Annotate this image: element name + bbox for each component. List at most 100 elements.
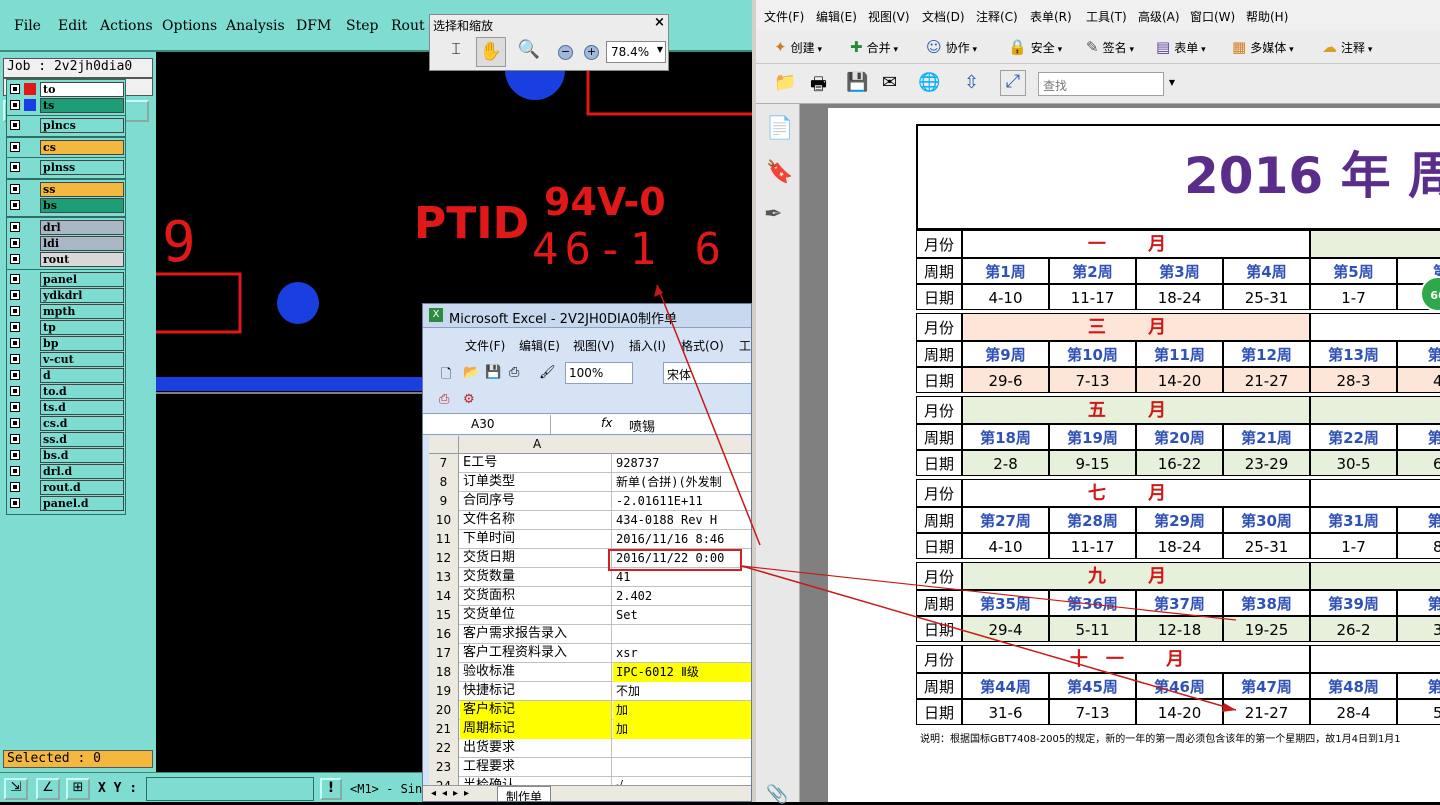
cell-value[interactable]: 新单(合拼)(外发制 — [613, 473, 751, 492]
layer-checkbox[interactable] — [10, 450, 20, 460]
save-icon[interactable]: 💾 — [485, 365, 501, 380]
layer-checkbox[interactable] — [10, 222, 20, 232]
row-number[interactable]: 14 — [429, 587, 459, 606]
acrobat-toolbar-button[interactable]: ✦ 创建 ▾ — [774, 38, 822, 56]
row-number[interactable]: 8 — [429, 473, 459, 492]
layer-checkbox[interactable] — [10, 338, 20, 348]
layer-name[interactable]: ss.d — [40, 432, 124, 447]
layer-name[interactable]: ldi — [40, 236, 124, 251]
open-icon[interactable]: 📂 — [463, 365, 479, 380]
layer-checkbox[interactable] — [10, 386, 20, 396]
acrobat-toolbar-button[interactable]: ✎ 签名 ▾ — [1086, 38, 1134, 56]
acrobat-menu-item[interactable]: 文件(F) — [764, 8, 804, 25]
sheet-tab-active[interactable]: 制作单 — [497, 786, 552, 801]
cell-value[interactable]: IPC-6012 Ⅱ级 — [613, 663, 751, 682]
acrobat-menu-item[interactable]: 注释(C) — [976, 8, 1018, 25]
cell-label[interactable]: 订单类型 — [460, 473, 612, 492]
layer-item[interactable]: mpth — [8, 304, 124, 319]
layer-checkbox[interactable] — [10, 274, 20, 284]
acrobat-menu-item[interactable]: 表单(R) — [1030, 8, 1072, 25]
acrobat-menu-item[interactable]: 文档(D) — [922, 8, 965, 25]
cell-value[interactable] — [613, 758, 751, 777]
row-number[interactable]: 13 — [429, 568, 459, 587]
layer-name[interactable]: tp — [40, 320, 124, 335]
layer-checkbox[interactable] — [10, 120, 20, 130]
menu-dfm[interactable]: DFM — [296, 18, 331, 34]
resize-icon[interactable]: ⇲ — [4, 778, 28, 800]
layer-name[interactable]: bs.d — [40, 448, 124, 463]
row-number[interactable]: 12 — [429, 549, 459, 568]
acrobat-toolbar-button[interactable]: ☁ 注释 ▾ — [1322, 38, 1372, 56]
zoom-level-field[interactable]: 78.4% ▼ — [606, 41, 666, 63]
acrobat-menu-item[interactable]: 视图(V) — [868, 8, 910, 25]
acrobat-toolbar-button[interactable]: 🔒 安全 ▾ — [1008, 38, 1062, 56]
cell-label[interactable]: 客户工程资料录入 — [460, 644, 612, 663]
cell-label[interactable]: 客户需求报告录入 — [460, 625, 612, 644]
layer-checkbox[interactable] — [10, 238, 20, 248]
excel-menu-format[interactable]: 格式(O) — [681, 337, 724, 354]
hand-tool-icon[interactable]: ✋ — [476, 37, 506, 67]
layer-name[interactable]: cs — [40, 140, 124, 155]
cell-label[interactable]: 快捷标记 — [460, 682, 612, 701]
save-disabled-icon[interactable]: 💾 — [846, 72, 868, 93]
layer-item[interactable]: plnss — [8, 160, 124, 175]
search-input[interactable]: 查找 ▼ — [1038, 72, 1175, 96]
cell-label[interactable]: 出货要求 — [460, 739, 612, 758]
layer-name[interactable]: panel — [40, 272, 124, 287]
layer-item[interactable]: bs — [8, 198, 124, 213]
corner-cell[interactable] — [429, 436, 459, 454]
pdf-icon[interactable]: ⎙ — [509, 365, 519, 380]
cell-value[interactable]: Set — [613, 606, 751, 625]
alert-icon[interactable]: ! — [320, 778, 342, 800]
zoom-out-icon[interactable]: − — [558, 45, 573, 60]
acrobat-toolbar-button[interactable]: ▤ 表单 ▾ — [1156, 38, 1206, 56]
layer-item[interactable]: cs.d — [8, 416, 124, 431]
layer-checkbox[interactable] — [10, 184, 20, 194]
layer-checkbox[interactable] — [10, 254, 20, 264]
layer-item[interactable]: ydkdrl — [8, 288, 124, 303]
layer-item[interactable]: ss.d — [8, 432, 124, 447]
cell-label[interactable]: 合同序号 — [460, 492, 612, 511]
layer-checkbox[interactable] — [10, 482, 20, 492]
cell-label[interactable]: 下单时间 — [460, 530, 612, 549]
layer-name[interactable]: mpth — [40, 304, 124, 319]
folder-icon[interactable]: 📁 — [774, 72, 796, 93]
layer-checkbox[interactable] — [10, 402, 20, 412]
row-number[interactable]: 15 — [429, 606, 459, 625]
layer-name[interactable]: ydkdrl — [40, 288, 124, 303]
layer-item[interactable]: to.d — [8, 384, 124, 399]
layer-item[interactable]: ts — [8, 98, 124, 113]
layer-item[interactable]: drl.d — [8, 464, 124, 479]
menu-options[interactable]: Options — [162, 18, 217, 34]
cell-label[interactable]: 交货单位 — [460, 606, 612, 625]
name-box[interactable]: A30 — [427, 415, 551, 434]
layer-name[interactable]: plnss — [40, 160, 124, 175]
layer-name[interactable]: panel.d — [40, 496, 124, 511]
select-tool-icon[interactable]: ⌶ — [444, 39, 468, 65]
layer-checkbox[interactable] — [10, 84, 20, 94]
row-number[interactable]: 17 — [429, 644, 459, 663]
layer-name[interactable]: to.d — [40, 384, 124, 399]
layer-item[interactable]: panel — [8, 272, 124, 287]
cell-value[interactable]: 434-0188 Rev H — [613, 511, 751, 530]
cell-value[interactable]: 加 — [613, 720, 751, 739]
layer-item[interactable]: panel.d — [8, 496, 124, 511]
layer-checkbox[interactable] — [10, 370, 20, 380]
layer-checkbox[interactable] — [10, 100, 20, 110]
chevron-down-icon[interactable]: ▼ — [1169, 78, 1175, 87]
zoom-tool-icon[interactable]: 🔍 — [516, 39, 542, 65]
layer-item[interactable]: bs.d — [8, 448, 124, 463]
layer-checkbox[interactable] — [10, 200, 20, 210]
menu-rout[interactable]: Rout — [391, 18, 425, 34]
row-number[interactable]: 20 — [429, 701, 459, 720]
excel-menu-edit[interactable]: 编辑(E) — [519, 337, 560, 354]
acrobat-toolbar-button[interactable]: ▦ 多媒体 ▾ — [1232, 38, 1294, 56]
layer-name[interactable]: bp — [40, 336, 124, 351]
layer-name[interactable]: drl.d — [40, 464, 124, 479]
layer-checkbox[interactable] — [10, 466, 20, 476]
layer-name[interactable]: plncs — [40, 118, 124, 133]
row-number[interactable]: 9 — [429, 492, 459, 511]
cell-label[interactable]: 交货数量 — [460, 568, 612, 587]
measure-icon[interactable]: ∠ — [36, 778, 60, 800]
layer-checkbox[interactable] — [10, 434, 20, 444]
